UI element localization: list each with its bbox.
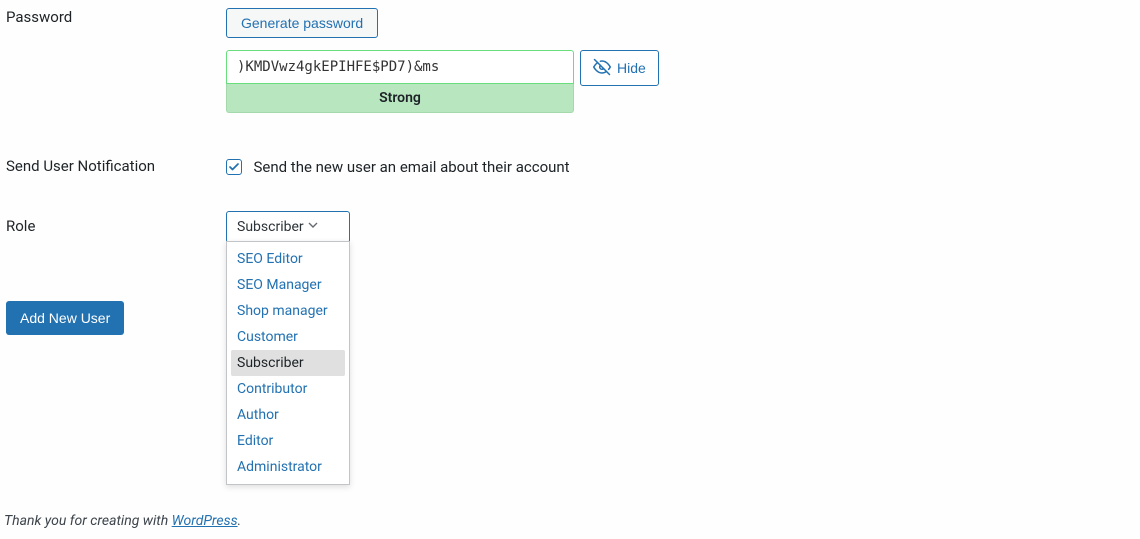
password-label: Password (6, 8, 226, 28)
role-option[interactable]: SEO Editor (231, 246, 345, 272)
role-option[interactable]: Shop manager (231, 298, 345, 324)
wordpress-link[interactable]: WordPress (172, 513, 238, 529)
eye-slash-icon (593, 58, 611, 79)
role-option[interactable]: SEO Manager (231, 272, 345, 298)
send-notification-text: Send the new user an email about their a… (253, 158, 569, 176)
role-option[interactable]: Author (231, 402, 345, 428)
role-option[interactable]: Contributor (231, 376, 345, 402)
role-listbox[interactable]: SEO EditorSEO ManagerShop managerCustome… (226, 241, 350, 485)
chevron-down-icon (305, 217, 321, 237)
send-notification-checkbox[interactable] (226, 159, 242, 175)
role-label: Role (6, 217, 226, 237)
role-option[interactable]: Subscriber (231, 350, 345, 376)
send-notification-label: Send User Notification (6, 157, 226, 177)
role-option[interactable]: Customer (231, 324, 345, 350)
hide-password-button[interactable]: Hide (580, 50, 659, 86)
role-option[interactable]: Administrator (231, 454, 345, 480)
password-strength-indicator: Strong (226, 84, 574, 113)
role-option[interactable]: Editor (231, 428, 345, 454)
generate-password-button[interactable]: Generate password (226, 8, 378, 38)
footer-credit: Thank you for creating with WordPress. (4, 513, 241, 529)
password-input[interactable] (226, 50, 574, 84)
add-new-user-button[interactable]: Add New User (6, 301, 124, 335)
role-select[interactable]: Subscriber (226, 211, 350, 243)
